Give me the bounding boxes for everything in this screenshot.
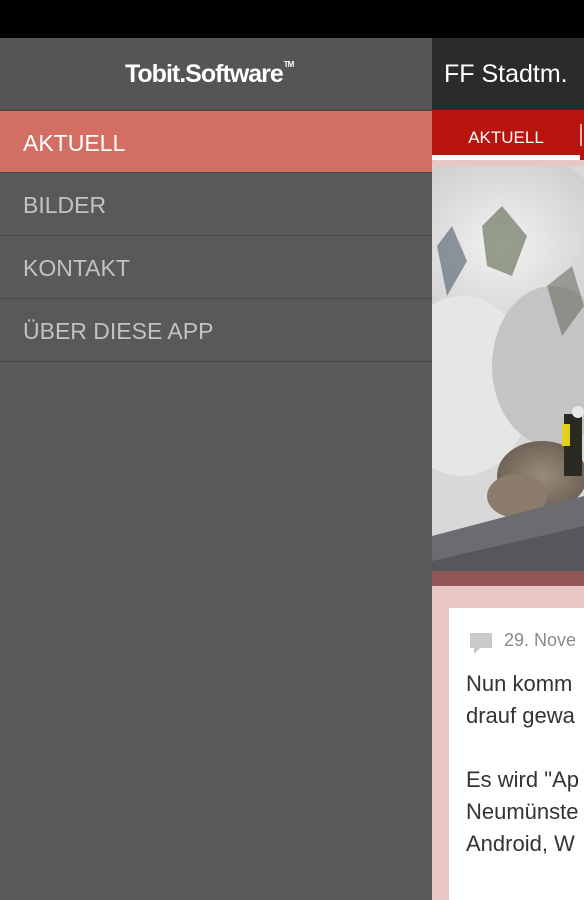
logo-text: Tobit.Software [125, 60, 284, 88]
logo-trademark: TM [283, 60, 295, 69]
status-bar [0, 0, 584, 38]
post-date: 29. Nove [504, 630, 577, 650]
post-card[interactable]: 29. Nove Nun komm drauf gewa Es wird "Ap… [449, 608, 584, 900]
hero-image[interactable] [432, 166, 584, 586]
post-ellipsis: ... [466, 894, 483, 900]
drawer-header: Tobit.SoftwareTM [0, 38, 432, 110]
tab-aktuell[interactable]: AKTUELL [432, 110, 580, 160]
tab-indicator [432, 155, 580, 160]
navigation-drawer: Tobit.SoftwareTM AKTUELL BILDER KONTAKT … [0, 38, 432, 900]
nav-list: AKTUELL BILDER KONTAKT ÜBER DIESE APP [0, 110, 432, 362]
nav-item-ueber-diese-app[interactable]: ÜBER DIESE APP [0, 299, 432, 362]
app-bar: FF Stadtm. [432, 38, 584, 110]
nav-item-aktuell[interactable]: AKTUELL [0, 110, 432, 173]
tobit-software-logo: Tobit.SoftwareTM [125, 60, 295, 89]
nav-item-bilder[interactable]: BILDER [0, 173, 432, 236]
tab-strip: AKTUELL [432, 110, 584, 160]
comment-icon [470, 633, 492, 654]
app-title: FF Stadtm. [444, 60, 568, 88]
tab-divider [580, 124, 582, 146]
nav-item-kontakt[interactable]: KONTAKT [0, 236, 432, 299]
app-content: FF Stadtm. AKTUELL 29. Nove Nun komm dra… [432, 38, 584, 900]
post-excerpt: Nun komm drauf gewa Es wird "Ap Neumünst… [466, 671, 579, 856]
